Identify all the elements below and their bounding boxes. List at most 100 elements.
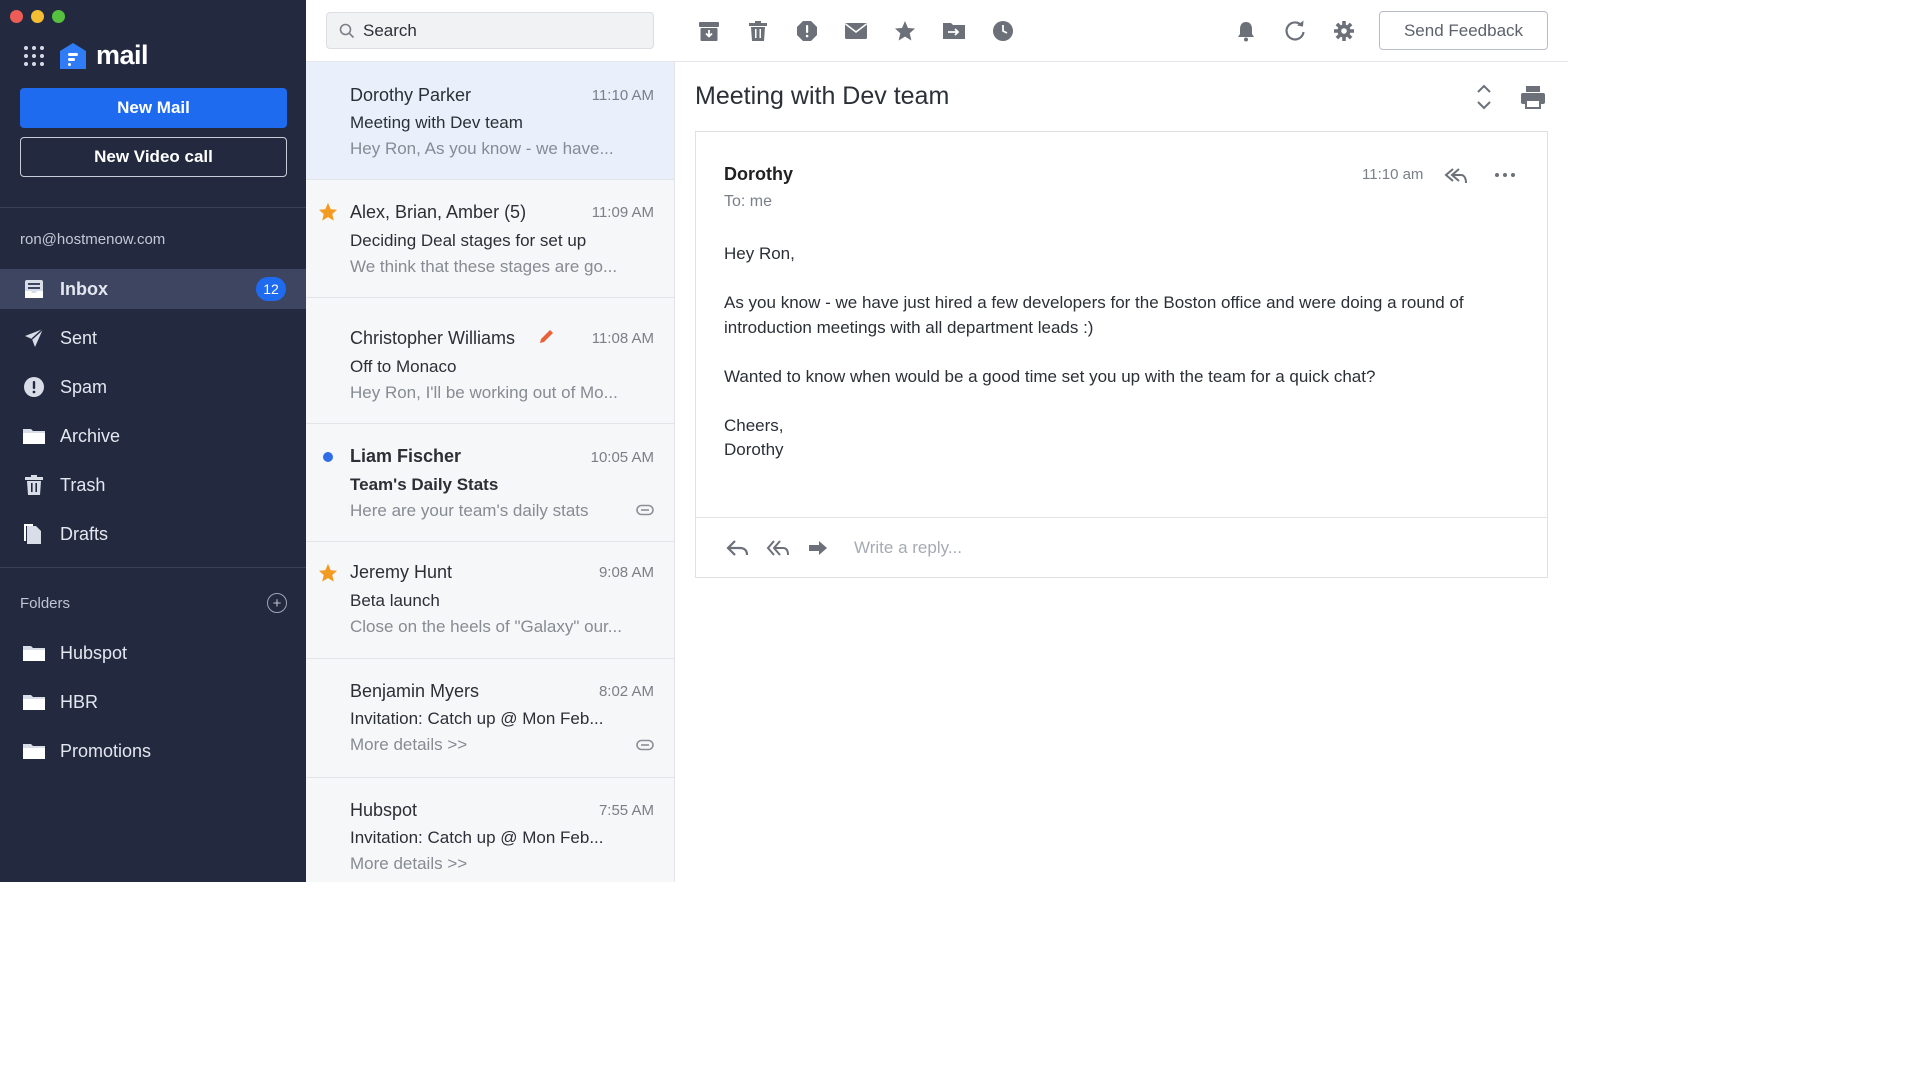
send-icon bbox=[22, 326, 46, 350]
bell-icon[interactable] bbox=[1233, 18, 1259, 44]
email-paragraph: As you know - we have just hired a few d… bbox=[724, 293, 1464, 337]
reply-all-icon[interactable] bbox=[1444, 166, 1468, 186]
message-item[interactable]: Benjamin Myers 8:02 AM Invitation: Catch… bbox=[306, 659, 674, 778]
message-subject: Beta launch bbox=[350, 591, 440, 610]
message-subject: Invitation: Catch up @ Mon Feb... bbox=[350, 828, 604, 847]
attachment-icon bbox=[636, 504, 654, 516]
clock-icon[interactable] bbox=[990, 18, 1016, 44]
message-item[interactable]: Dorothy Parker 11:10 AM Meeting with Dev… bbox=[306, 62, 674, 180]
message-subject: Team's Daily Stats bbox=[350, 475, 499, 494]
sidebar-item-inbox[interactable]: Inbox 12 bbox=[0, 269, 306, 309]
message-time: 8:02 AM bbox=[598, 683, 654, 700]
minimize-window-button[interactable] bbox=[31, 10, 44, 23]
star-icon[interactable] bbox=[892, 18, 918, 44]
message-item[interactable]: Hubspot 7:55 AM Invitation: Catch up @ M… bbox=[306, 778, 674, 882]
reply-all-icon[interactable] bbox=[766, 538, 790, 558]
account-email: ron@hostmenow.com bbox=[20, 231, 166, 248]
send-feedback-button[interactable]: Send Feedback bbox=[1379, 11, 1548, 50]
sidebar-item-archive[interactable]: Archive bbox=[0, 416, 306, 456]
unread-dot bbox=[323, 452, 333, 462]
folder-label: HBR bbox=[60, 691, 99, 712]
sidebar: mail New Mail New Video call ron@hostmen… bbox=[0, 0, 306, 882]
message-sender: Dorothy Parker bbox=[350, 85, 472, 105]
message-sender: Christopher Williams bbox=[350, 328, 516, 348]
message-subject: Meeting with Dev team bbox=[350, 113, 523, 132]
message-item[interactable]: Christopher Williams 11:08 AM Off to Mon… bbox=[306, 298, 674, 424]
message-preview: Hey Ron, As you know - we have... bbox=[350, 139, 614, 158]
maximize-window-button[interactable] bbox=[52, 10, 65, 23]
email-recipient: To: me bbox=[724, 193, 773, 210]
message-subject: Deciding Deal stages for set up bbox=[350, 231, 587, 250]
folder-icon bbox=[22, 739, 46, 763]
sidebar-item-label: Drafts bbox=[60, 523, 109, 544]
message-time: 11:08 AM bbox=[591, 330, 654, 347]
new-video-call-button[interactable]: New Video call bbox=[20, 137, 287, 177]
folder-icon bbox=[22, 641, 46, 665]
message-sender: Benjamin Myers bbox=[350, 681, 480, 701]
sidebar-folder-hbr[interactable]: HBR bbox=[0, 682, 306, 722]
brand: mail bbox=[24, 40, 149, 71]
search-box[interactable] bbox=[326, 12, 654, 49]
sidebar-item-drafts[interactable]: Drafts bbox=[0, 514, 306, 554]
star-icon[interactable] bbox=[318, 202, 338, 222]
search-input[interactable] bbox=[363, 20, 643, 41]
spam-icon[interactable] bbox=[794, 18, 820, 44]
toolbar: Send Feedback bbox=[306, 0, 1568, 62]
close-window-button[interactable] bbox=[10, 10, 23, 23]
new-mail-button[interactable]: New Mail bbox=[20, 88, 287, 128]
refresh-icon[interactable] bbox=[1282, 18, 1308, 44]
logo-text: mail bbox=[96, 40, 149, 70]
sidebar-item-trash[interactable]: Trash bbox=[0, 465, 306, 505]
add-folder-icon[interactable]: + bbox=[267, 593, 287, 613]
sidebar-item-label: Sent bbox=[60, 327, 98, 348]
email-signoff: Cheers, bbox=[724, 415, 784, 435]
folder-list: Hubspot HBR Promotions bbox=[0, 633, 306, 780]
email-time: 11:10 am bbox=[1362, 166, 1424, 183]
gear-icon[interactable] bbox=[1331, 18, 1357, 44]
more-options-icon[interactable] bbox=[1494, 164, 1516, 186]
search-icon bbox=[339, 23, 355, 38]
mail-icon[interactable] bbox=[843, 18, 869, 44]
logo: mail bbox=[58, 40, 149, 71]
message-subject: Invitation: Catch up @ Mon Feb... bbox=[350, 709, 604, 728]
reply-input[interactable] bbox=[854, 538, 1454, 558]
sidebar-item-spam[interactable]: Spam bbox=[0, 367, 306, 407]
print-icon[interactable] bbox=[1520, 84, 1546, 110]
message-time: 9:08 AM bbox=[598, 564, 654, 581]
message-preview: More details >> bbox=[350, 735, 468, 754]
sidebar-folder-hubspot[interactable]: Hubspot bbox=[0, 633, 306, 673]
folders-header: Folders + bbox=[20, 593, 287, 613]
star-icon[interactable] bbox=[318, 563, 338, 583]
message-sender: Liam Fischer bbox=[350, 446, 462, 466]
expand-collapse-icon[interactable] bbox=[1472, 82, 1496, 112]
attachment-icon bbox=[636, 739, 654, 751]
message-sender: Alex, Brian, Amber (5) bbox=[350, 202, 527, 222]
folder-icon bbox=[22, 690, 46, 714]
message-preview: We think that these stages are go... bbox=[350, 257, 618, 276]
trash-icon[interactable] bbox=[745, 18, 771, 44]
sidebar-folder-promotions[interactable]: Promotions bbox=[0, 731, 306, 771]
mailbox-nav: Inbox 12 Sent Spam Archive Trash Drafts bbox=[0, 269, 306, 563]
email-title: Meeting with Dev team bbox=[695, 82, 950, 110]
reply-icon[interactable] bbox=[726, 538, 750, 558]
mail-logo-icon bbox=[60, 42, 86, 69]
message-subject: Off to Monaco bbox=[350, 357, 457, 376]
message-item[interactable]: Jeremy Hunt 9:08 AM Beta launch Close on… bbox=[306, 542, 674, 659]
sidebar-item-sent[interactable]: Sent bbox=[0, 318, 306, 358]
folder-icon bbox=[22, 424, 46, 448]
sidebar-divider bbox=[0, 567, 306, 568]
email-signature: Dorothy bbox=[724, 440, 784, 459]
unread-count-badge: 12 bbox=[256, 277, 286, 301]
apps-grid-icon[interactable] bbox=[24, 45, 44, 66]
message-time: 11:09 AM bbox=[591, 204, 654, 221]
message-item[interactable]: Alex, Brian, Amber (5) 11:09 AM Deciding… bbox=[306, 180, 674, 298]
folder-label: Promotions bbox=[60, 740, 152, 761]
message-item[interactable]: Liam Fischer 10:05 AM Team's Daily Stats… bbox=[306, 424, 674, 542]
forward-icon[interactable] bbox=[806, 538, 830, 558]
message-time: 7:55 AM bbox=[598, 802, 654, 819]
move-folder-icon[interactable] bbox=[941, 18, 967, 44]
archive-icon[interactable] bbox=[696, 18, 722, 44]
sidebar-item-label: Archive bbox=[60, 425, 121, 446]
message-preview: Here are your team's daily stats bbox=[350, 501, 589, 520]
sidebar-item-label: Spam bbox=[60, 376, 108, 397]
